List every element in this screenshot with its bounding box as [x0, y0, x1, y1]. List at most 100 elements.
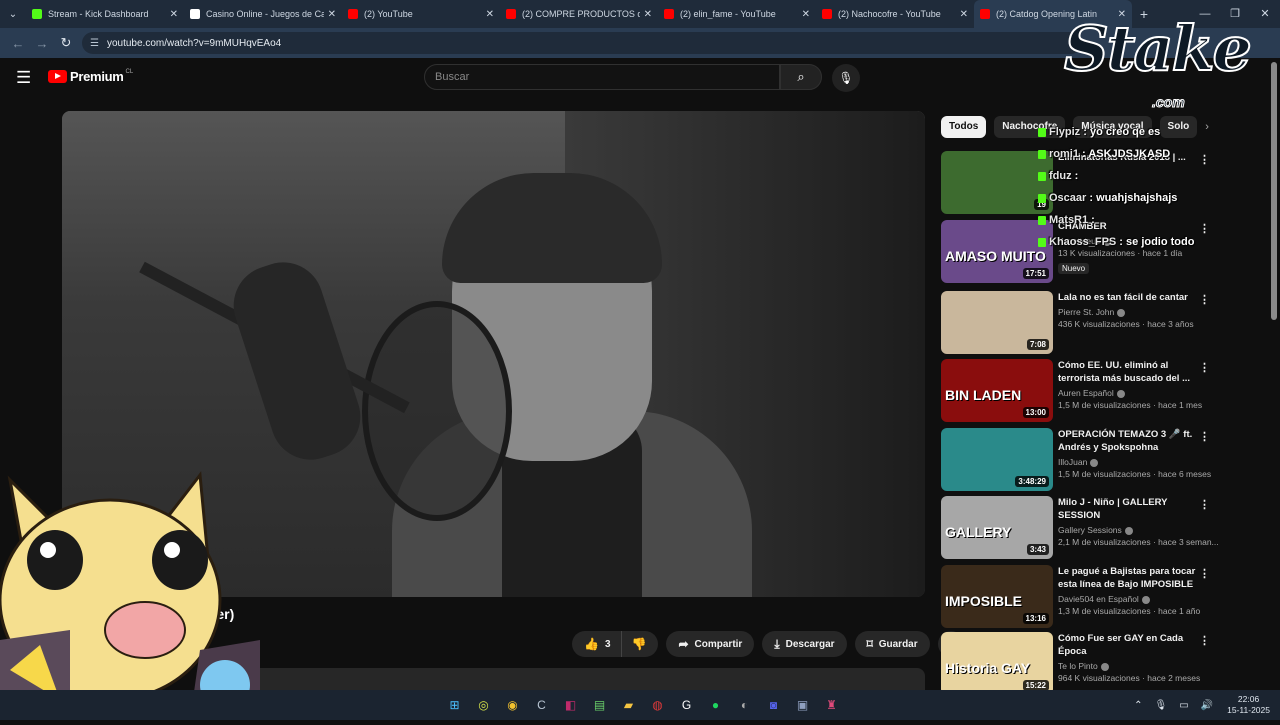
site-info-icon[interactable]: ☰ — [90, 38, 99, 49]
channel-name[interactable]: Te lo Pinto — [1058, 661, 1203, 671]
video-thumbnail[interactable]: BIN LADEN 13:00 — [941, 359, 1053, 422]
page-scrollbar[interactable] — [1271, 62, 1277, 320]
app-icon[interactable]: G — [672, 695, 701, 715]
more-options-icon[interactable]: ⋮ — [1199, 222, 1210, 235]
close-window-icon[interactable]: ✕ — [1250, 0, 1280, 28]
more-options-icon[interactable]: ⋮ — [1199, 153, 1210, 166]
recommended-video[interactable]: Historia GAY 15:22 Cómo Fue ser GAY en Cad… — [941, 632, 1216, 696]
channel-name[interactable]: Pierre St. John — [1058, 307, 1203, 317]
dislike-button[interactable]: 👎 — [622, 631, 659, 657]
tab-search-button[interactable]: ⌄ — [0, 0, 26, 28]
channel-name[interactable]: Davie504 en Español — [1058, 594, 1203, 604]
forward-icon[interactable]: → — [30, 36, 54, 51]
menu-icon[interactable]: ☰ — [16, 68, 31, 88]
recommended-video[interactable]: IMPOSIBLE 13:16 Le pagué a Bajistas para t… — [941, 565, 1216, 629]
chrome-icon[interactable]: ◉ — [498, 695, 527, 715]
recommended-video[interactable]: AMASO MUITO 17:51 CHAMBER Keznitdeus 13 K vi… — [941, 220, 1216, 284]
tab-elin-fame[interactable]: (2) elin_fame - YouTube ✕ — [658, 0, 816, 28]
close-tab-icon[interactable]: ✕ — [328, 9, 336, 20]
description-box[interactable] — [200, 668, 925, 692]
tab-compre-productos[interactable]: (2) COMPRE PRODUCTOS de TI ✕ — [500, 0, 658, 28]
app-icon[interactable]: ▣ — [788, 695, 817, 715]
video-thumbnail[interactable]: 3:48:29 — [941, 428, 1053, 491]
obs-icon[interactable]: ▤ — [585, 695, 614, 715]
chevron-right-icon[interactable]: › — [1205, 116, 1209, 138]
network-icon[interactable]: ▭ — [1179, 700, 1188, 711]
chip-todos[interactable]: Todos — [941, 116, 987, 138]
video-thumbnail[interactable]: 7:08 — [941, 291, 1053, 354]
tab-title: Casino Online - Juegos de Casi — [206, 9, 324, 19]
more-options-icon[interactable]: ⋮ — [1199, 634, 1210, 647]
video-thumbnail[interactable]: GALLERY 3:43 — [941, 496, 1053, 559]
tab-casino[interactable]: Casino Online - Juegos de Casi ✕ — [184, 0, 342, 28]
close-tab-icon[interactable]: ✕ — [170, 9, 178, 20]
video-thumbnail[interactable]: Historia GAY 15:22 — [941, 632, 1053, 695]
app-icon[interactable]: ◍ — [643, 695, 672, 715]
voice-search-button[interactable]: 🎙 — [832, 64, 860, 92]
video-title[interactable]: Cómo EE. UU. eliminó al terrorista más b… — [1058, 359, 1203, 385]
app-icon[interactable]: ◧ — [556, 695, 585, 715]
file-explorer-icon[interactable]: ▰ — [614, 695, 643, 715]
chat-username: Oscaar — [1049, 192, 1087, 204]
like-count: 3 — [604, 638, 611, 650]
thumbs-up-icon: 👍 — [584, 637, 599, 651]
tab-nachocofre[interactable]: (2) Nachocofre - YouTube ✕ — [816, 0, 974, 28]
video-title[interactable]: Cómo Fue ser GAY en Cada Época — [1058, 632, 1203, 658]
more-options-icon[interactable]: ⋮ — [1199, 430, 1210, 443]
address-bar[interactable]: ☰ youtube.com/watch?v=9mMUHqvEAo4 — [82, 32, 1082, 54]
recommended-video[interactable]: BIN LADEN 13:00 Cómo EE. UU. eliminó al te… — [941, 359, 1216, 423]
chevron-up-icon[interactable]: ⌃ — [1134, 700, 1142, 711]
tab-title: (2) elin_fame - YouTube — [680, 9, 776, 19]
discord-icon[interactable]: ◙ — [759, 695, 788, 715]
search-input[interactable]: Buscar — [424, 64, 780, 90]
video-meta: 2,1 M de visualizaciones · hace 3 seman.… — [1058, 537, 1219, 547]
app-icon[interactable]: ♜ — [817, 695, 846, 715]
download-button[interactable]: ⤓ Descargar — [762, 631, 847, 657]
close-tab-icon[interactable]: ✕ — [486, 9, 494, 20]
tab-kick-dashboard[interactable]: Stream - Kick Dashboard ✕ — [26, 0, 184, 28]
reload-icon[interactable]: ↻ — [54, 35, 78, 51]
recommended-video[interactable]: GALLERY 3:43 Milo J - Niño | GALLERY SESSI… — [941, 496, 1219, 560]
more-options-icon[interactable]: ⋮ — [1199, 498, 1210, 511]
microphone-icon[interactable]: 🎙 — [1155, 700, 1168, 711]
app-icon[interactable]: ◎ — [469, 695, 498, 715]
recommended-video[interactable]: 3:48:29 OPERACIÓN TEMAZO 3 🎤 ft. Andrés y… — [941, 428, 1216, 492]
more-options-icon[interactable]: ⋮ — [1199, 293, 1210, 306]
video-title[interactable]: Le pagué a Bajistas para tocar esta líne… — [1058, 565, 1203, 591]
video-info: Cómo EE. UU. eliminó al terrorista más b… — [1058, 359, 1203, 410]
back-icon[interactable]: ← — [6, 36, 30, 51]
channel-name[interactable]: Gallery Sessions — [1058, 525, 1203, 535]
windows-start-icon[interactable]: ⊞ — [440, 695, 469, 715]
kick-badge-icon — [1038, 193, 1046, 203]
video-thumbnail[interactable]: AMASO MUITO 17:51 — [941, 220, 1053, 283]
like-button[interactable]: 👍 3 — [572, 631, 622, 657]
save-button[interactable]: ⌑ Guardar — [854, 631, 930, 657]
youtube-favicon-icon — [980, 9, 990, 19]
video-title[interactable]: Lala no es tan fácil de cantar — [1058, 291, 1203, 304]
video-title[interactable]: Milo J - Niño | GALLERY SESSION — [1058, 496, 1203, 522]
recommended-video[interactable]: 19 Eliminatorias Rusia 2018 | ... ⋮ — [941, 151, 1216, 215]
chip-solo[interactable]: Solo — [1159, 116, 1198, 138]
chat-message: Flypiz : yo creo qe es — [1038, 126, 1160, 138]
kick-favicon-icon — [32, 9, 42, 19]
spotify-icon[interactable]: ● — [701, 695, 730, 715]
ccleaner-icon[interactable]: C — [527, 695, 556, 715]
more-options-icon[interactable]: ⋮ — [1199, 361, 1210, 374]
app-icon[interactable]: ◐ — [730, 695, 759, 715]
more-options-icon[interactable]: ⋮ — [1199, 567, 1210, 580]
volume-icon[interactable]: 🔊 — [1201, 700, 1213, 711]
channel-name[interactable]: Auren Español — [1058, 388, 1203, 398]
search-button[interactable]: ⌕ — [780, 64, 822, 90]
video-thumbnail[interactable]: 19 — [941, 151, 1053, 214]
close-tab-icon[interactable]: ✕ — [960, 9, 968, 20]
close-tab-icon[interactable]: ✕ — [644, 9, 652, 20]
video-title[interactable]: OPERACIÓN TEMAZO 3 🎤 ft. Andrés y Spoksp… — [1058, 428, 1203, 454]
system-clock[interactable]: 22:06 15-11-2025 — [1227, 694, 1270, 716]
youtube-logo[interactable]: Premium CL — [48, 69, 133, 84]
video-thumbnail[interactable]: IMPOSIBLE 13:16 — [941, 565, 1053, 628]
recommended-video[interactable]: 7:08 Lala no es tan fácil de cantar Pierre… — [941, 291, 1216, 355]
channel-name[interactable]: IlloJuan — [1058, 457, 1203, 467]
close-tab-icon[interactable]: ✕ — [802, 9, 810, 20]
share-button[interactable]: ➦ Compartir — [666, 631, 755, 657]
tab-youtube-home[interactable]: (2) YouTube ✕ — [342, 0, 500, 28]
